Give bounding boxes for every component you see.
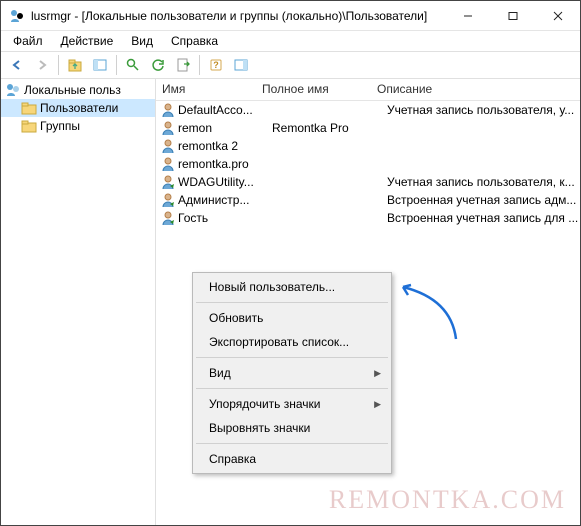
context-menu-separator bbox=[196, 443, 388, 444]
tree-root-label: Локальные польз bbox=[24, 83, 121, 97]
user-name: DefaultAcco... bbox=[178, 103, 272, 117]
column-header-fullname[interactable]: Полное имя bbox=[256, 79, 371, 100]
title-bar: lusrmgr - [Локальные пользователи и груп… bbox=[1, 1, 580, 31]
menu-action[interactable]: Действие bbox=[53, 33, 122, 49]
user-icon bbox=[160, 210, 176, 226]
list-header: Имя Полное имя Описание bbox=[156, 79, 580, 101]
action-pane-button[interactable] bbox=[229, 54, 253, 76]
list-item[interactable]: Гость Встроенная учетная запись для ... bbox=[156, 209, 580, 227]
context-menu-align-icons-label: Выровнять значки bbox=[209, 421, 310, 435]
list-item[interactable]: WDAGUtility... Учетная запись пользовател… bbox=[156, 173, 580, 191]
user-description: Встроенная учетная запись адм... bbox=[387, 193, 580, 207]
toolbar: ? bbox=[1, 51, 580, 79]
context-menu-align-icons[interactable]: Выровнять значки bbox=[195, 416, 389, 440]
user-name: WDAGUtility... bbox=[178, 175, 272, 189]
maximize-button[interactable] bbox=[490, 1, 535, 31]
refresh-button[interactable] bbox=[146, 54, 170, 76]
context-menu-new-user[interactable]: Новый пользователь... bbox=[195, 275, 389, 299]
tree: Локальные польз Пользователи Группы bbox=[1, 81, 155, 135]
list-item[interactable]: Администр... Встроенная учетная запись ад… bbox=[156, 191, 580, 209]
svg-text:?: ? bbox=[213, 60, 219, 70]
tree-node-groups[interactable]: Группы bbox=[1, 117, 155, 135]
back-button[interactable] bbox=[5, 54, 29, 76]
context-menu-arrange-icons-label: Упорядочить значки bbox=[209, 397, 321, 411]
list-item[interactable]: remontka.pro bbox=[156, 155, 580, 173]
toolbar-separator bbox=[116, 55, 117, 75]
close-button[interactable] bbox=[535, 1, 580, 31]
menu-file[interactable]: Файл bbox=[5, 33, 51, 49]
context-menu-view-label: Вид bbox=[209, 366, 231, 380]
user-icon bbox=[160, 138, 176, 154]
tree-node-groups-label: Группы bbox=[40, 119, 80, 133]
list-item[interactable]: remonRemontka Pro bbox=[156, 119, 580, 137]
tree-root-node[interactable]: Локальные польз bbox=[1, 81, 155, 99]
user-icon bbox=[160, 174, 176, 190]
context-menu-separator bbox=[196, 357, 388, 358]
user-name: remontka 2 bbox=[178, 139, 272, 153]
submenu-arrow-icon: ▶ bbox=[374, 368, 381, 379]
context-menu-export-list-label: Экспортировать список... bbox=[209, 335, 349, 349]
user-icon bbox=[160, 156, 176, 172]
user-icon bbox=[160, 102, 176, 118]
export-list-button[interactable] bbox=[171, 54, 195, 76]
context-menu-view[interactable]: Вид ▶ bbox=[195, 361, 389, 385]
user-description: Учетная запись пользователя, к... bbox=[387, 175, 580, 189]
context-menu-help-label: Справка bbox=[209, 452, 256, 466]
context-menu: Новый пользователь... Обновить Экспортир… bbox=[192, 272, 392, 474]
tree-node-users-label: Пользователи bbox=[40, 101, 118, 115]
menu-bar: Файл Действие Вид Справка bbox=[1, 31, 580, 51]
user-description: Учетная запись пользователя, у... bbox=[387, 103, 580, 117]
app-icon bbox=[9, 8, 25, 24]
user-icon bbox=[160, 120, 176, 136]
context-menu-refresh-label: Обновить bbox=[209, 311, 263, 325]
users-groups-icon bbox=[5, 82, 21, 98]
user-name: remontka.pro bbox=[178, 157, 272, 171]
context-menu-new-user-label: Новый пользователь... bbox=[209, 280, 335, 294]
tree-pane: Локальные польз Пользователи Группы bbox=[1, 79, 156, 525]
toolbar-separator bbox=[58, 55, 59, 75]
tree-node-users[interactable]: Пользователи bbox=[1, 99, 155, 117]
column-header-description[interactable]: Описание bbox=[371, 79, 580, 100]
forward-button[interactable] bbox=[30, 54, 54, 76]
user-name: Гость bbox=[178, 211, 272, 225]
context-menu-separator bbox=[196, 302, 388, 303]
context-menu-refresh[interactable]: Обновить bbox=[195, 306, 389, 330]
submenu-arrow-icon: ▶ bbox=[374, 399, 381, 410]
folder-icon bbox=[21, 100, 37, 116]
list-body: DefaultAcco... Учетная запись пользовател… bbox=[156, 101, 580, 227]
context-menu-help[interactable]: Справка bbox=[195, 447, 389, 471]
user-name: remon bbox=[178, 121, 272, 135]
list-item[interactable]: remontka 2 bbox=[156, 137, 580, 155]
context-menu-arrange-icons[interactable]: Упорядочить значки ▶ bbox=[195, 392, 389, 416]
properties-button[interactable] bbox=[121, 54, 145, 76]
menu-help[interactable]: Справка bbox=[163, 33, 226, 49]
context-menu-export-list[interactable]: Экспортировать список... bbox=[195, 330, 389, 354]
column-header-name[interactable]: Имя bbox=[156, 79, 256, 100]
list-item[interactable]: DefaultAcco... Учетная запись пользовател… bbox=[156, 101, 580, 119]
user-fullname: Remontka Pro bbox=[272, 121, 387, 135]
menu-view[interactable]: Вид bbox=[123, 33, 161, 49]
help-button[interactable]: ? bbox=[204, 54, 228, 76]
user-icon bbox=[160, 192, 176, 208]
user-description: Встроенная учетная запись для ... bbox=[387, 211, 580, 225]
window-title: lusrmgr - [Локальные пользователи и груп… bbox=[31, 9, 445, 23]
user-name: Администр... bbox=[178, 193, 272, 207]
show-hide-tree-button[interactable] bbox=[88, 54, 112, 76]
folder-icon bbox=[21, 118, 37, 134]
toolbar-separator bbox=[199, 55, 200, 75]
context-menu-separator bbox=[196, 388, 388, 389]
up-button[interactable] bbox=[63, 54, 87, 76]
minimize-button[interactable] bbox=[445, 1, 490, 31]
